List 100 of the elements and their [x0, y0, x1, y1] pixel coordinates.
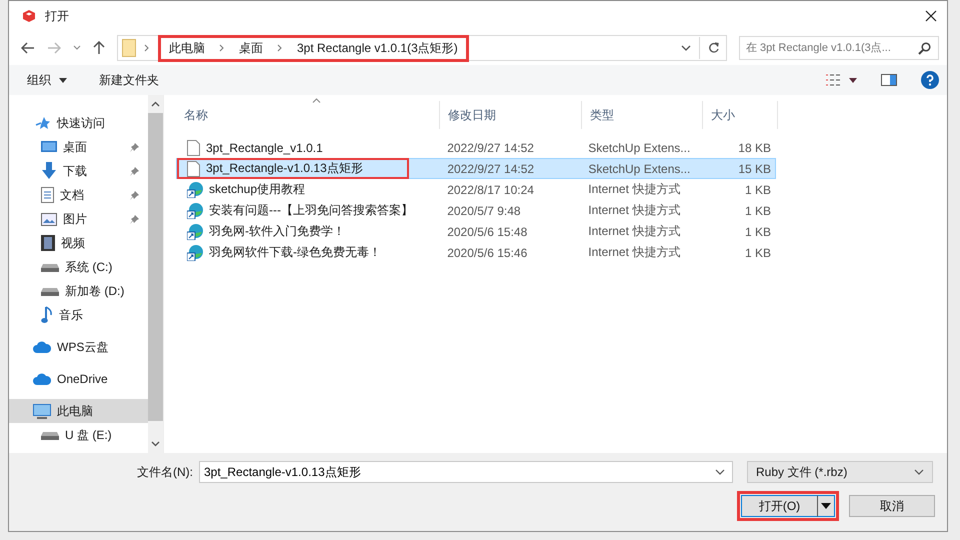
download-arrow-icon [41, 162, 57, 180]
cancel-button[interactable]: 取消 [849, 495, 935, 517]
image-icon [41, 212, 57, 226]
file-size: 1 KB [744, 246, 772, 260]
organize-button[interactable]: 组织 [21, 68, 73, 92]
film-icon [41, 235, 55, 251]
caret-icon[interactable] [849, 78, 857, 82]
chevron-down-icon[interactable] [73, 45, 81, 51]
search-icon [918, 42, 931, 55]
sidebar-item[interactable]: 桌面 [9, 135, 148, 159]
music-note-icon [41, 306, 53, 324]
modified-date: 2020/5/6 15:48 [446, 224, 528, 238]
web-shortcut-icon [187, 244, 203, 260]
close-icon[interactable] [925, 10, 937, 22]
document-icon [41, 187, 54, 203]
file-size: 1 KB [744, 224, 772, 238]
scrollbar[interactable] [148, 95, 163, 453]
sidebar-item[interactable]: 新加卷 (D:) [9, 279, 148, 303]
pin-icon[interactable] [129, 166, 140, 176]
file-name: 3pt_Rectangle_v1.0.1 [206, 140, 323, 154]
breadcrumb-item[interactable]: 3pt Rectangle v1.0.1(3点矩形) [297, 40, 458, 56]
file-type: SketchUp Extens... [587, 162, 692, 176]
sidebar-item[interactable]: WPS云盘 [9, 335, 148, 359]
file-size: 18 KB [737, 140, 772, 154]
chevron-up-icon[interactable] [151, 101, 160, 107]
file-icon [187, 160, 200, 176]
caret-icon [59, 78, 67, 82]
sidebar-item[interactable]: 文档 [9, 183, 148, 207]
drive-icon [41, 430, 59, 440]
column-header[interactable]: 类型 [582, 101, 703, 129]
file-row[interactable]: sketchup使用教程 2022/8/17 10:24 Internet 快捷方式 1 KB [176, 179, 776, 200]
file-size: 1 KB [744, 204, 772, 218]
sidebar-item[interactable]: 视频 [9, 231, 148, 255]
back-arrow-icon[interactable] [21, 42, 35, 54]
chevron-down-icon[interactable] [715, 469, 725, 475]
file-row[interactable]: 安装有问题---【上羽免问答搜索答案】 2020/5/7 9:48 Internet 快捷方式 1 KB [176, 200, 776, 221]
modified-date: 2022/8/17 10:24 [446, 182, 535, 196]
file-name: 羽免网软件下载-绿色免费无毒！ [209, 244, 381, 261]
caret-icon [821, 503, 831, 509]
sidebar-item[interactable]: 音乐 [9, 303, 148, 327]
pin-icon[interactable] [129, 190, 140, 200]
chevron-right-icon [277, 44, 283, 52]
folder-icon [122, 39, 136, 57]
open-menu-button[interactable] [817, 495, 835, 517]
web-shortcut-icon [187, 224, 203, 240]
chevron-right-icon [144, 44, 150, 52]
breadcrumb-item[interactable]: 桌面 [239, 40, 263, 56]
file-size: 1 KB [744, 182, 772, 196]
cloud-icon [33, 341, 51, 353]
chevron-down-icon[interactable] [681, 45, 691, 51]
file-name: 3pt_Rectangle-v1.0.13点矩形 [206, 160, 363, 177]
sidebar-item[interactable]: 图片 [9, 207, 148, 231]
breadcrumb-item[interactable]: 此电脑 [169, 40, 205, 56]
sidebar-item[interactable]: 系统 (C:) [9, 255, 148, 279]
desktop-icon [41, 140, 57, 154]
open-button[interactable]: 打开(O) [741, 495, 817, 517]
file-name-field[interactable]: 3pt_Rectangle-v1.0.13点矩形 [199, 461, 733, 483]
sidebar-item[interactable]: 此电脑 [9, 399, 148, 423]
refresh-icon[interactable] [708, 42, 720, 54]
up-arrow-icon[interactable] [93, 41, 105, 55]
help-icon[interactable] [921, 71, 939, 89]
web-shortcut-icon [187, 182, 203, 198]
file-name: 羽免网-软件入门免费学！ [209, 223, 345, 240]
new-folder-button[interactable]: 新建文件夹 [93, 68, 165, 92]
address-bar[interactable]: 此电脑 桌面 3pt Rectangle v1.0.1(3点矩形) [117, 35, 727, 61]
file-row[interactable]: 3pt_Rectangle-v1.0.13点矩形 2022/9/27 14:52 SketchUp Extens... 15 KB [176, 158, 776, 179]
modified-date: 2022/9/27 14:52 [446, 140, 535, 154]
modified-date: 2022/9/27 14:52 [446, 162, 536, 176]
pin-icon[interactable] [129, 142, 140, 152]
file-size: 15 KB [737, 162, 772, 176]
drive-icon [41, 262, 59, 272]
preview-pane-icon[interactable] [881, 74, 897, 86]
file-name-label: 文件名(N): [137, 464, 193, 480]
file-row[interactable]: 羽免网-软件入门免费学！ 2020/5/6 15:48 Internet 快捷方式 1 KB [176, 221, 776, 242]
file-type-dropdown[interactable]: Ruby 文件 (*.rbz) [747, 461, 933, 483]
sidebar-item[interactable]: OneDrive [9, 367, 148, 391]
modified-date: 2020/5/7 9:48 [446, 204, 522, 218]
web-shortcut-icon [187, 202, 203, 218]
sidebar-item[interactable]: U 盘 (E:) [9, 423, 148, 447]
app-icon [21, 8, 37, 24]
file-type: Internet 快捷方式 [587, 244, 682, 261]
file-row[interactable]: 3pt_Rectangle_v1.0.1 2022/9/27 14:52 SketchUp Extens... 18 KB [176, 137, 776, 158]
file-type: Internet 快捷方式 [587, 202, 682, 219]
file-icon [187, 140, 200, 156]
chevron-right-icon [219, 44, 225, 52]
file-row[interactable]: 羽免网软件下载-绿色免费无毒！ 2020/5/6 15:46 Internet 快捷方式 1 KB [176, 242, 776, 263]
sidebar-item[interactable]: 快速访问 [9, 111, 148, 135]
monitor-icon [33, 404, 51, 418]
sidebar-item[interactable]: 下载 [9, 159, 148, 183]
pin-icon[interactable] [129, 214, 140, 224]
chevron-down-icon[interactable] [151, 441, 160, 447]
window-title: 打开 [45, 8, 69, 24]
view-list-icon[interactable] [825, 74, 841, 86]
pin-star-icon [35, 116, 51, 130]
file-type: Internet 快捷方式 [587, 181, 682, 198]
chevron-down-icon [914, 469, 924, 475]
column-header[interactable]: 名称 [176, 101, 440, 129]
search-field[interactable]: 在 3pt Rectangle v1.0.1(3点... [739, 36, 939, 60]
column-header[interactable]: 修改日期 [440, 101, 582, 129]
column-header[interactable]: 大小 [703, 101, 778, 129]
